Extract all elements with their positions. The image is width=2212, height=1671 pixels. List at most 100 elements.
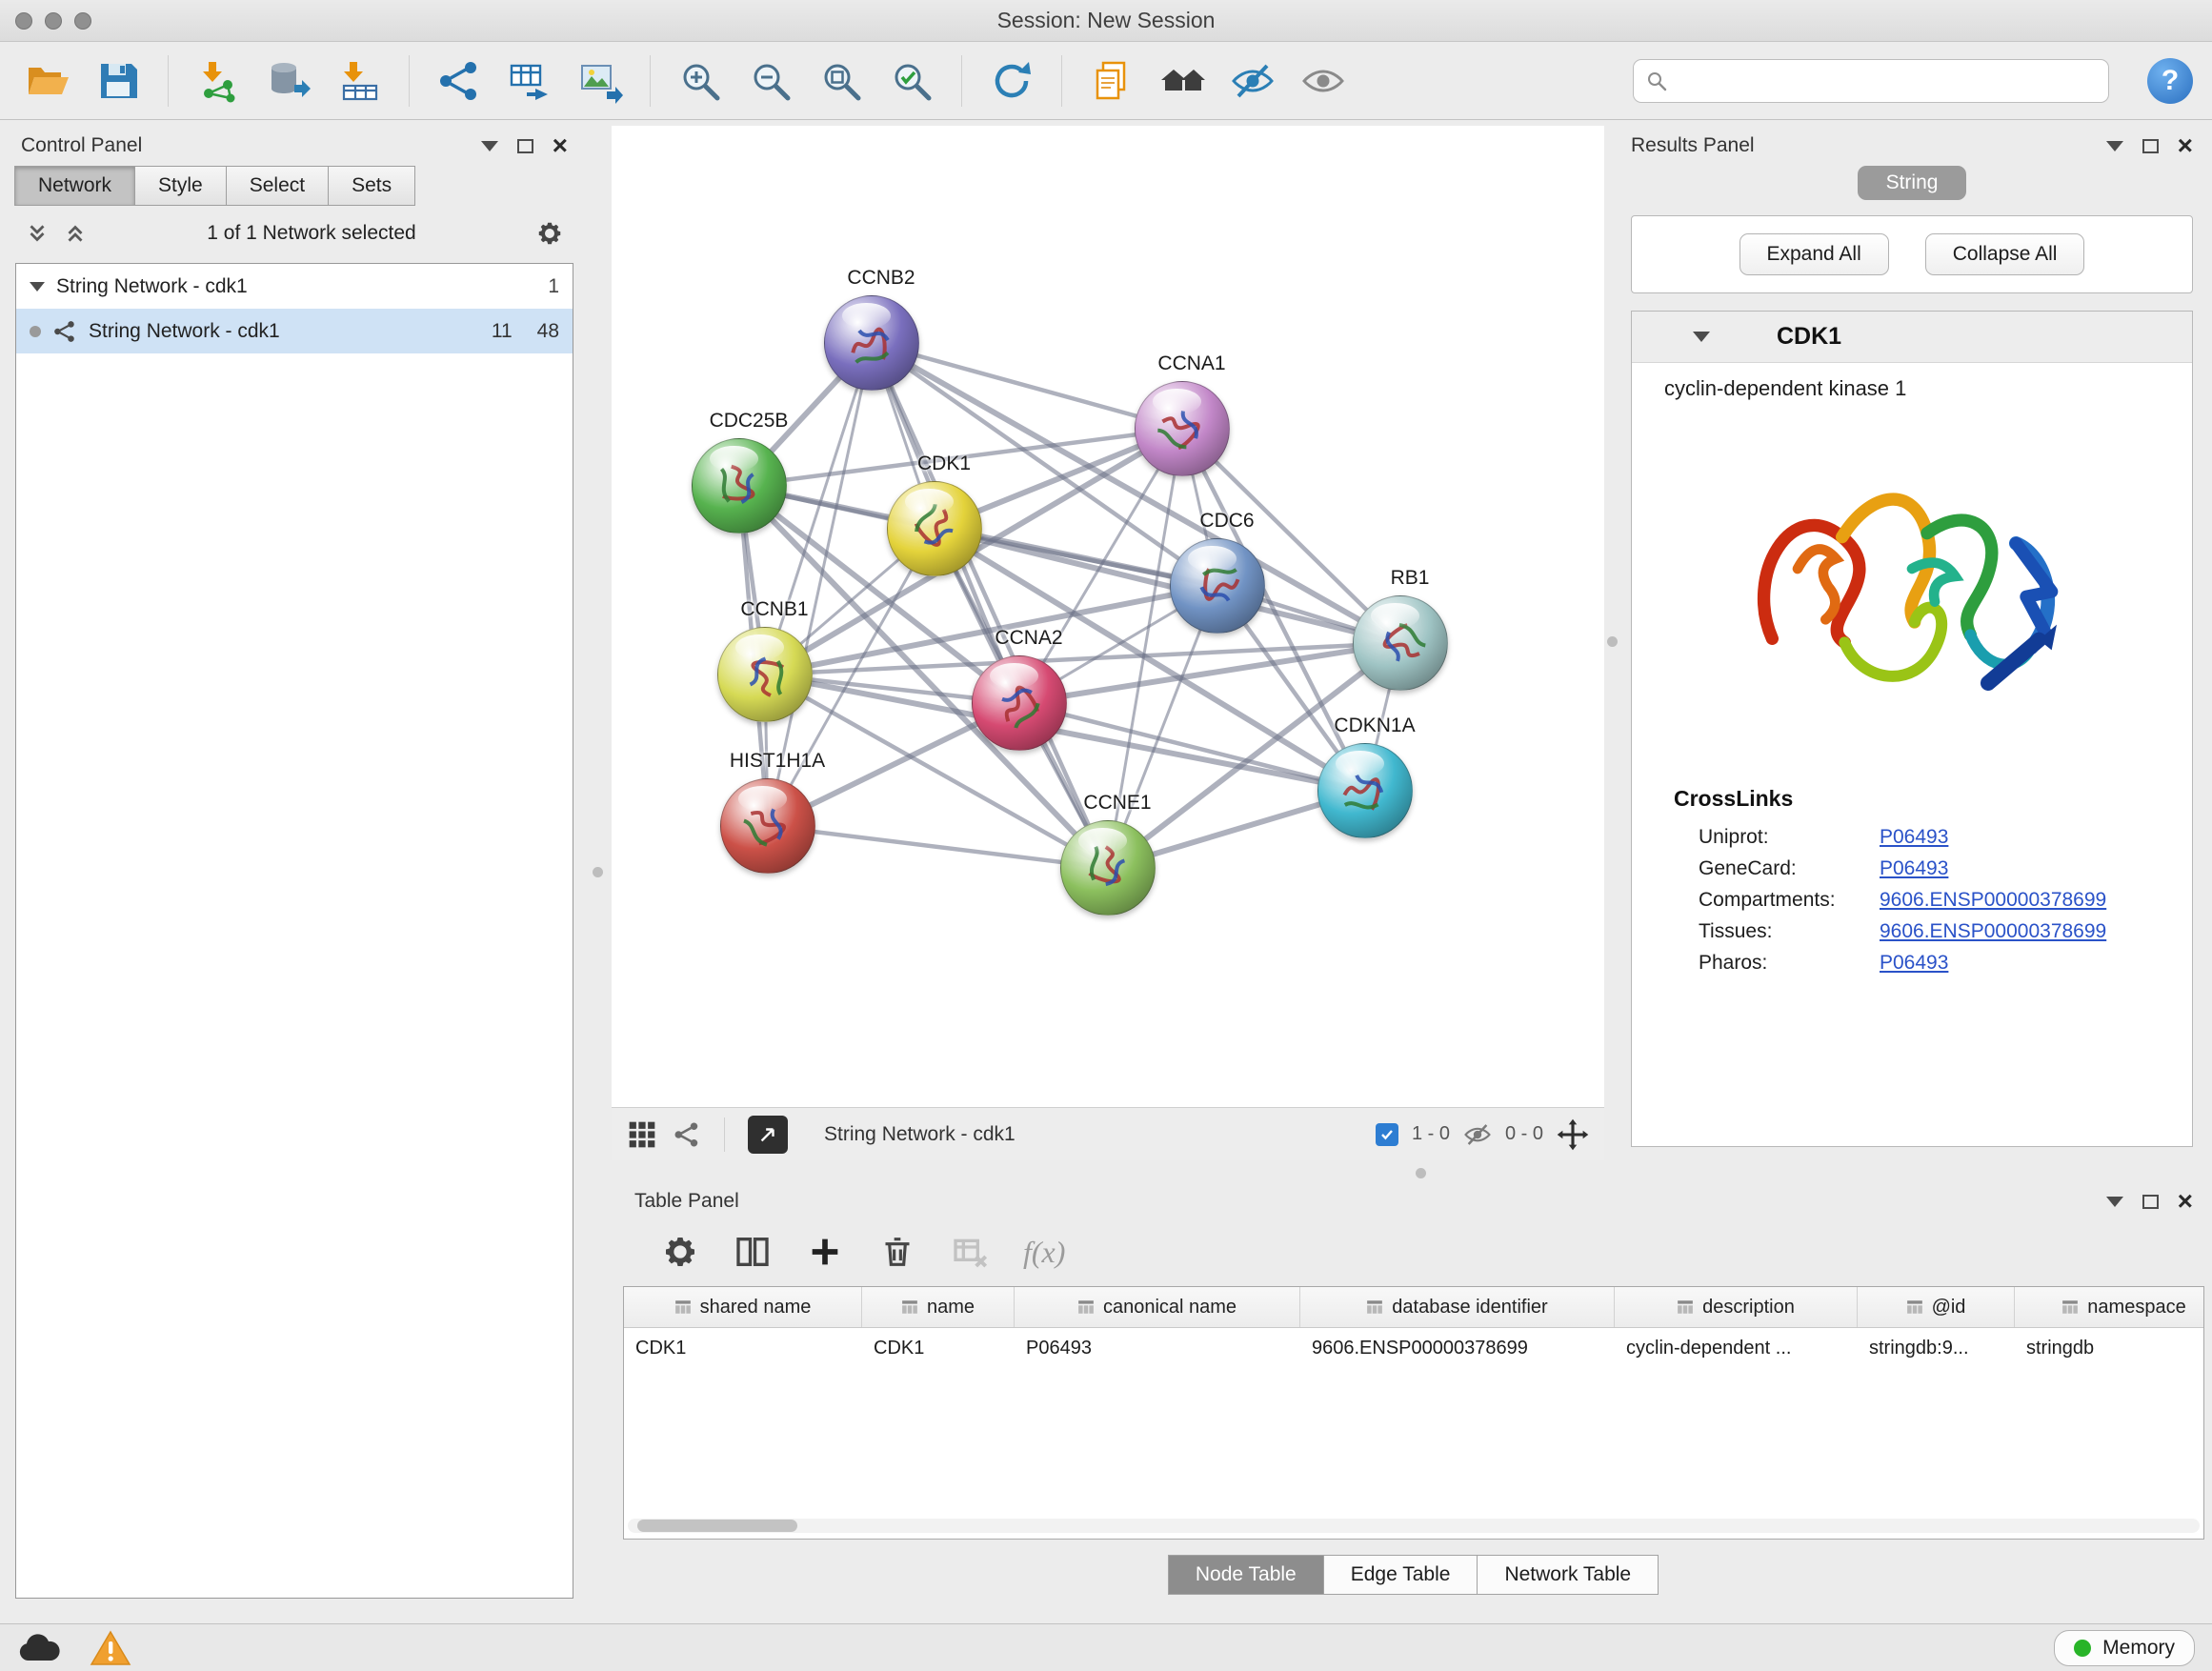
network-node-hist1h1a[interactable] [720, 778, 815, 874]
tab-network[interactable]: Network [14, 166, 135, 206]
tab-node-table[interactable]: Node Table [1168, 1555, 1324, 1595]
left-splitter-handle[interactable] [593, 867, 603, 877]
warning-icon[interactable] [90, 1630, 131, 1666]
expand-all-icon[interactable] [63, 221, 88, 246]
network-node-ccnb2[interactable] [824, 295, 919, 391]
horizontal-splitter-handle[interactable] [1416, 1168, 1426, 1178]
import-network-file-button[interactable] [190, 51, 247, 111]
home-networks-button[interactable] [1154, 51, 1211, 111]
column-header-description[interactable]: description [1615, 1287, 1858, 1327]
zoom-selected-button[interactable] [883, 51, 940, 111]
expand-all-button[interactable]: Expand All [1739, 233, 1889, 275]
network-node-rb1[interactable] [1353, 595, 1448, 691]
close-panel-icon[interactable]: × [2178, 1192, 2193, 1211]
panel-menu-icon[interactable] [2106, 141, 2123, 151]
network-row[interactable]: String Network - cdk1 11 48 [16, 309, 573, 353]
crosslink-link[interactable]: P06493 [1880, 952, 1948, 975]
network-node-ccna2[interactable] [972, 655, 1067, 751]
crosslink-link[interactable]: P06493 [1880, 826, 1948, 849]
zoom-in-button[interactable] [672, 51, 729, 111]
collapse-all-icon[interactable] [25, 221, 50, 246]
tab-edge-table[interactable]: Edge Table [1323, 1555, 1478, 1595]
search-input[interactable] [1678, 70, 2097, 92]
crosslink-link[interactable]: P06493 [1880, 857, 1948, 880]
close-window-button[interactable] [15, 12, 32, 30]
network-canvas[interactable]: CCNB2 CCNA1 CDC25B CDK1 CDC6 RB1 CCNB1 C… [612, 126, 1604, 1107]
column-header--id[interactable]: @id [1858, 1287, 2015, 1327]
network-node-cdk1[interactable] [887, 481, 982, 576]
network-node-cdc25b[interactable] [692, 438, 787, 534]
collapse-section-icon[interactable] [1693, 332, 1710, 342]
memory-button[interactable]: Memory [2054, 1630, 2195, 1666]
gear-icon[interactable] [535, 219, 564, 248]
table-cell[interactable]: cyclin-dependent ... [1615, 1328, 1858, 1369]
network-node-ccnb1[interactable] [717, 627, 813, 722]
share-view-icon[interactable] [673, 1120, 701, 1149]
close-panel-icon[interactable]: × [2178, 136, 2193, 155]
zoom-window-button[interactable] [74, 12, 91, 30]
horizontal-scrollbar[interactable] [628, 1519, 2200, 1533]
tab-sets[interactable]: Sets [328, 166, 415, 206]
show-columns-icon[interactable] [734, 1233, 772, 1271]
table-settings-gear-icon[interactable] [661, 1233, 699, 1271]
float-panel-icon[interactable] [2142, 1195, 2159, 1209]
table-row[interactable]: CDK1CDK1P064939606.ENSP00000378699cyclin… [624, 1328, 2203, 1369]
network-node-ccne1[interactable] [1060, 820, 1156, 916]
save-session-button[interactable] [90, 51, 147, 111]
table-cell[interactable]: stringdb:9... [1858, 1328, 2015, 1369]
add-column-icon[interactable] [806, 1233, 844, 1271]
right-splitter-handle[interactable] [1607, 636, 1618, 647]
network-node-ccna1[interactable] [1135, 381, 1230, 476]
panel-menu-icon[interactable] [2106, 1197, 2123, 1207]
tab-string[interactable]: String [1858, 166, 1967, 200]
cloud-icon[interactable] [17, 1632, 61, 1664]
show-all-button[interactable] [1295, 51, 1352, 111]
tree-expander-icon[interactable] [30, 282, 45, 292]
tab-style[interactable]: Style [134, 166, 227, 206]
close-panel-icon[interactable]: × [553, 136, 568, 155]
tab-select[interactable]: Select [226, 166, 329, 206]
hide-selected-button[interactable] [1224, 51, 1281, 111]
delete-column-trash-icon[interactable] [878, 1233, 916, 1271]
table-cell[interactable]: CDK1 [624, 1328, 862, 1369]
open-session-button[interactable] [19, 51, 76, 111]
import-network-database-button[interactable] [260, 51, 317, 111]
table-cell[interactable]: stringdb [2015, 1328, 2204, 1369]
column-header-database-identifier[interactable]: database identifier [1300, 1287, 1615, 1327]
column-header-namespace[interactable]: namespace [2015, 1287, 2204, 1327]
collapse-all-button[interactable]: Collapse All [1925, 233, 2085, 275]
new-network-from-selection-button[interactable] [431, 51, 488, 111]
import-table-file-button[interactable] [331, 51, 388, 111]
float-panel-icon[interactable] [2142, 139, 2159, 153]
export-view-button[interactable] [748, 1116, 788, 1154]
refresh-view-button[interactable] [983, 51, 1040, 111]
tab-network-table[interactable]: Network Table [1477, 1555, 1659, 1595]
duplicate-network-button[interactable] [1083, 51, 1140, 111]
hidden-eye-slash-icon[interactable] [1463, 1120, 1492, 1149]
scrollbar-thumb[interactable] [637, 1520, 797, 1532]
column-header-canonical-name[interactable]: canonical name [1015, 1287, 1300, 1327]
crosslink-link[interactable]: 9606.ENSP00000378699 [1880, 889, 2106, 912]
protein-card-header[interactable]: CDK1 [1632, 312, 2192, 363]
minimize-window-button[interactable] [45, 12, 62, 30]
export-table-button[interactable] [501, 51, 558, 111]
birdseye-grid-icon[interactable] [627, 1119, 657, 1150]
zoom-fit-button[interactable] [813, 51, 870, 111]
column-header-shared-name[interactable]: shared name [624, 1287, 862, 1327]
selected-checkbox-icon[interactable] [1376, 1123, 1398, 1146]
float-panel-icon[interactable] [517, 139, 533, 153]
help-button[interactable]: ? [2147, 58, 2193, 104]
crosslink-link[interactable]: 9606.ENSP00000378699 [1880, 920, 2106, 943]
table-cell[interactable]: P06493 [1015, 1328, 1300, 1369]
table-cell[interactable]: 9606.ENSP00000378699 [1300, 1328, 1615, 1369]
network-node-cdkn1a[interactable] [1317, 743, 1413, 838]
table-cell[interactable]: CDK1 [862, 1328, 1015, 1369]
zoom-out-button[interactable] [742, 51, 799, 111]
column-header-name[interactable]: name [862, 1287, 1015, 1327]
function-builder-icon[interactable]: f(x) [1023, 1235, 1065, 1270]
panel-menu-icon[interactable] [481, 141, 498, 151]
network-collection-row[interactable]: String Network - cdk1 1 [16, 264, 573, 309]
pan-crosshair-icon[interactable] [1557, 1118, 1589, 1151]
export-image-button[interactable] [572, 51, 629, 111]
network-node-cdc6[interactable] [1170, 538, 1265, 634]
